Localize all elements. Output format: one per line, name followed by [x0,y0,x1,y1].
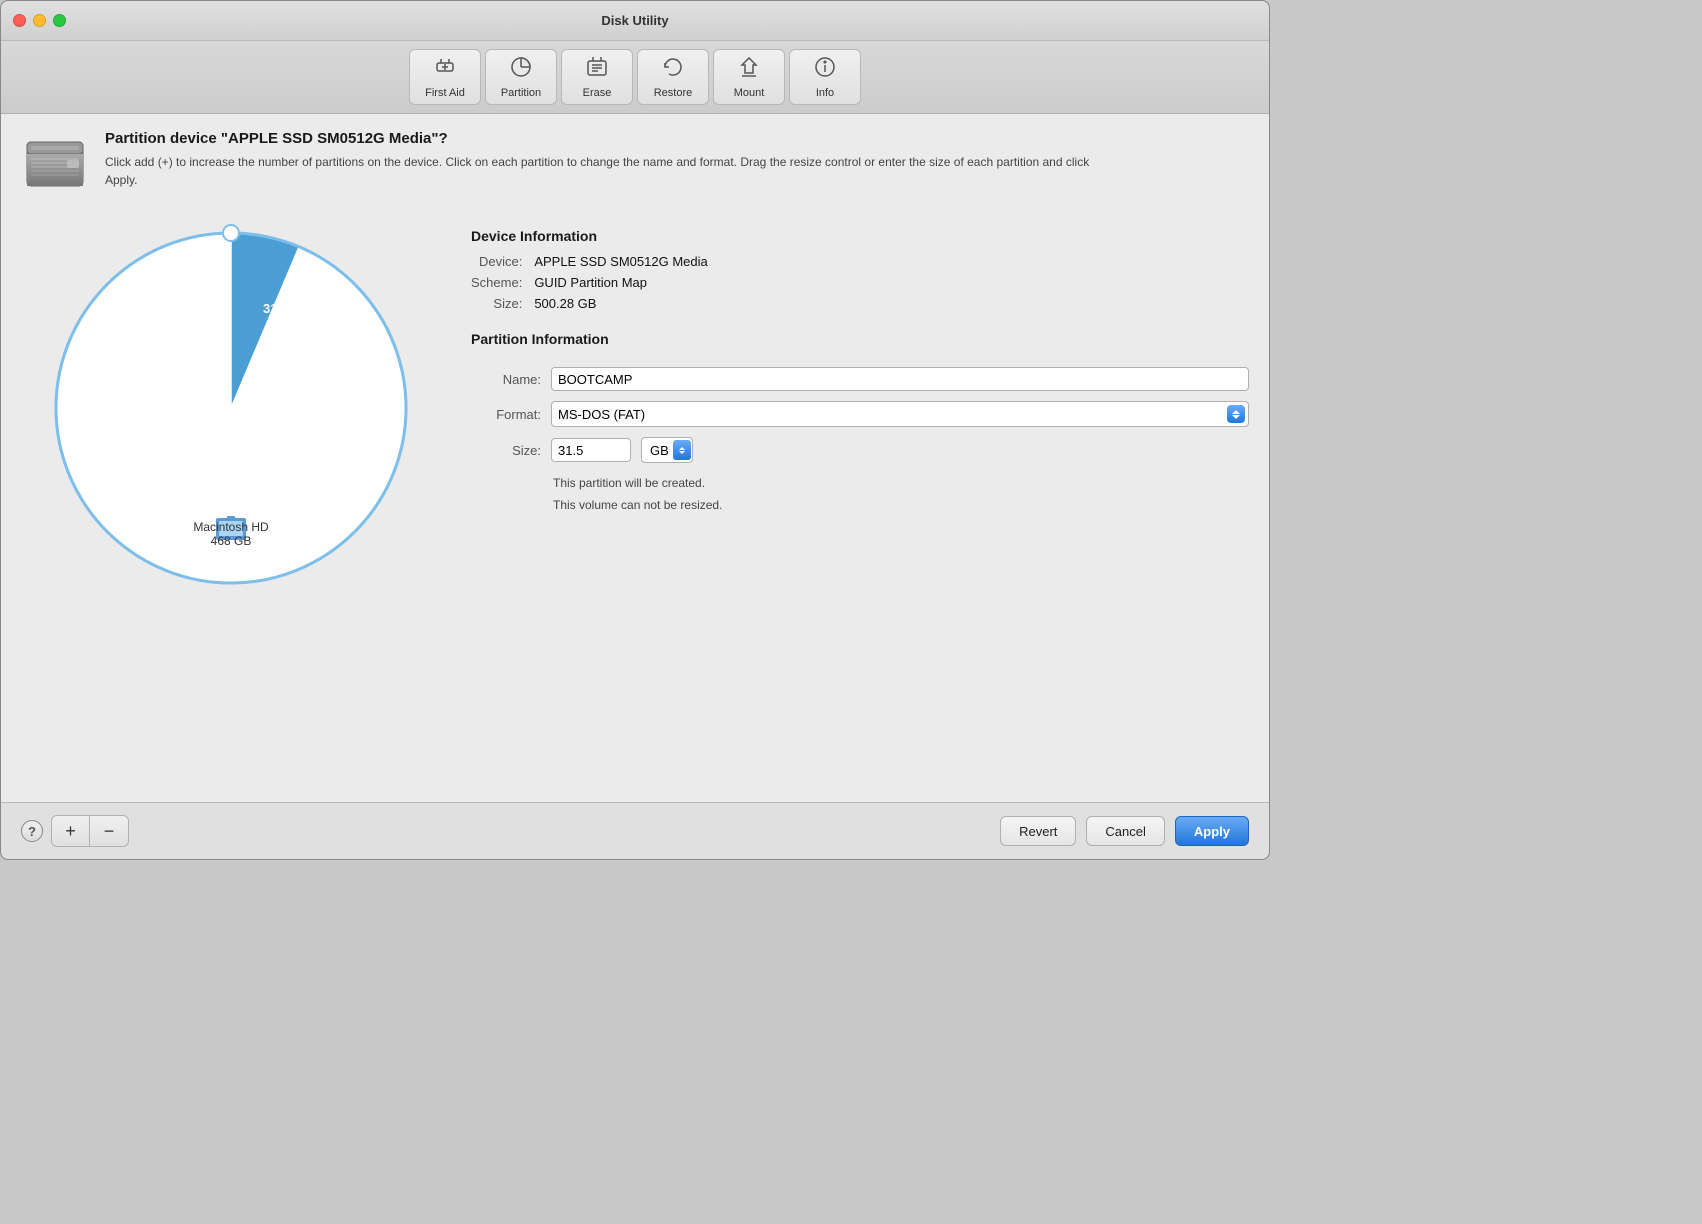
device-info-title: Device Information [471,228,1249,244]
first-aid-label: First Aid [425,87,465,99]
mount-button[interactable]: Mount [713,49,785,105]
info-label: Info [816,87,834,99]
size-value: 500.28 GB [534,296,1249,311]
info-panel: Device Information Device: APPLE SSD SM0… [471,218,1249,786]
body-layout: 31.5 GB Macintosh HD 468 GB [21,218,1249,786]
size-input[interactable] [551,438,631,462]
partition-info-section: Partition Information Name: Format: MS-D… [471,331,1249,516]
name-row: Name: [471,367,1249,391]
first-aid-button[interactable]: First Aid [409,49,481,105]
format-select-wrapper: MS-DOS (FAT) Mac OS Extended (Journaled)… [551,401,1249,427]
format-label: Format: [471,407,541,422]
disk-icon [21,130,89,198]
partition-label: Partition [501,87,541,99]
svg-text:31.5 GB: 31.5 GB [263,301,311,316]
device-value: APPLE SSD SM0512G Media [534,254,1249,269]
main-content: Partition device "APPLE SSD SM0512G Medi… [1,114,1269,802]
maximize-button[interactable] [53,14,66,27]
revert-button[interactable]: Revert [1000,816,1076,846]
partition-header-description: Click add (+) to increase the number of … [105,153,1105,189]
toolbar: First Aid Partition [1,41,1269,114]
partition-header-title: Partition device "APPLE SSD SM0512G Medi… [105,130,1105,147]
bottom-bar: ? + − Revert Cancel Apply [1,802,1269,859]
status-resize: This volume can not be resized. [553,495,1249,517]
name-label: Name: [471,372,541,387]
erase-icon [585,55,609,83]
window-title: Disk Utility [601,13,668,28]
pie-container: 31.5 GB Macintosh HD 468 GB [41,218,421,598]
add-partition-button[interactable]: + [52,816,90,846]
partition-info-title: Partition Information [471,331,1249,347]
device-label: Device: [471,254,522,269]
erase-label: Erase [583,87,612,99]
name-input[interactable] [551,367,1249,391]
bottom-left: ? + − [21,815,129,847]
status-created: This partition will be created. [553,473,1249,495]
restore-icon [661,55,685,83]
mount-icon [737,55,761,83]
erase-button[interactable]: Erase [561,49,633,105]
title-bar: Disk Utility [1,1,1269,41]
restore-label: Restore [654,87,693,99]
size-label: Size: [471,296,522,311]
size-input-label: Size: [471,443,541,458]
scheme-label: Scheme: [471,275,522,290]
pie-area: 31.5 GB Macintosh HD 468 GB [21,218,441,786]
unit-select[interactable]: GB MB TB [641,437,693,463]
device-info-table: Device: APPLE SSD SM0512G Media Scheme: … [471,254,1249,311]
window-controls[interactable] [13,14,66,27]
size-controls: GB MB TB [551,437,693,463]
size-row: Size: GB MB TB [471,437,1249,463]
unit-selector: GB MB TB [641,437,693,463]
restore-button[interactable]: Restore [637,49,709,105]
format-row: Format: MS-DOS (FAT) Mac OS Extended (Jo… [471,401,1249,427]
partition-icon [509,55,533,83]
first-aid-icon [433,55,457,83]
mount-label: Mount [734,87,765,99]
apply-button[interactable]: Apply [1175,816,1249,846]
partition-header: Partition device "APPLE SSD SM0512G Medi… [21,130,1249,198]
info-button[interactable]: Info [789,49,861,105]
status-messages: This partition will be created. This vol… [471,473,1249,516]
scheme-value: GUID Partition Map [534,275,1249,290]
add-remove-group: + − [51,815,129,847]
remove-partition-button[interactable]: − [90,816,128,846]
device-info-section: Device Information Device: APPLE SSD SM0… [471,228,1249,311]
info-icon [813,55,837,83]
close-button[interactable] [13,14,26,27]
bottom-right: Revert Cancel Apply [1000,816,1249,846]
help-button[interactable]: ? [21,820,43,842]
partition-header-text: Partition device "APPLE SSD SM0512G Medi… [105,130,1105,189]
format-select[interactable]: MS-DOS (FAT) Mac OS Extended (Journaled)… [551,401,1249,427]
minimize-button[interactable] [33,14,46,27]
partition-button[interactable]: Partition [485,49,557,105]
cancel-button[interactable]: Cancel [1086,816,1164,846]
